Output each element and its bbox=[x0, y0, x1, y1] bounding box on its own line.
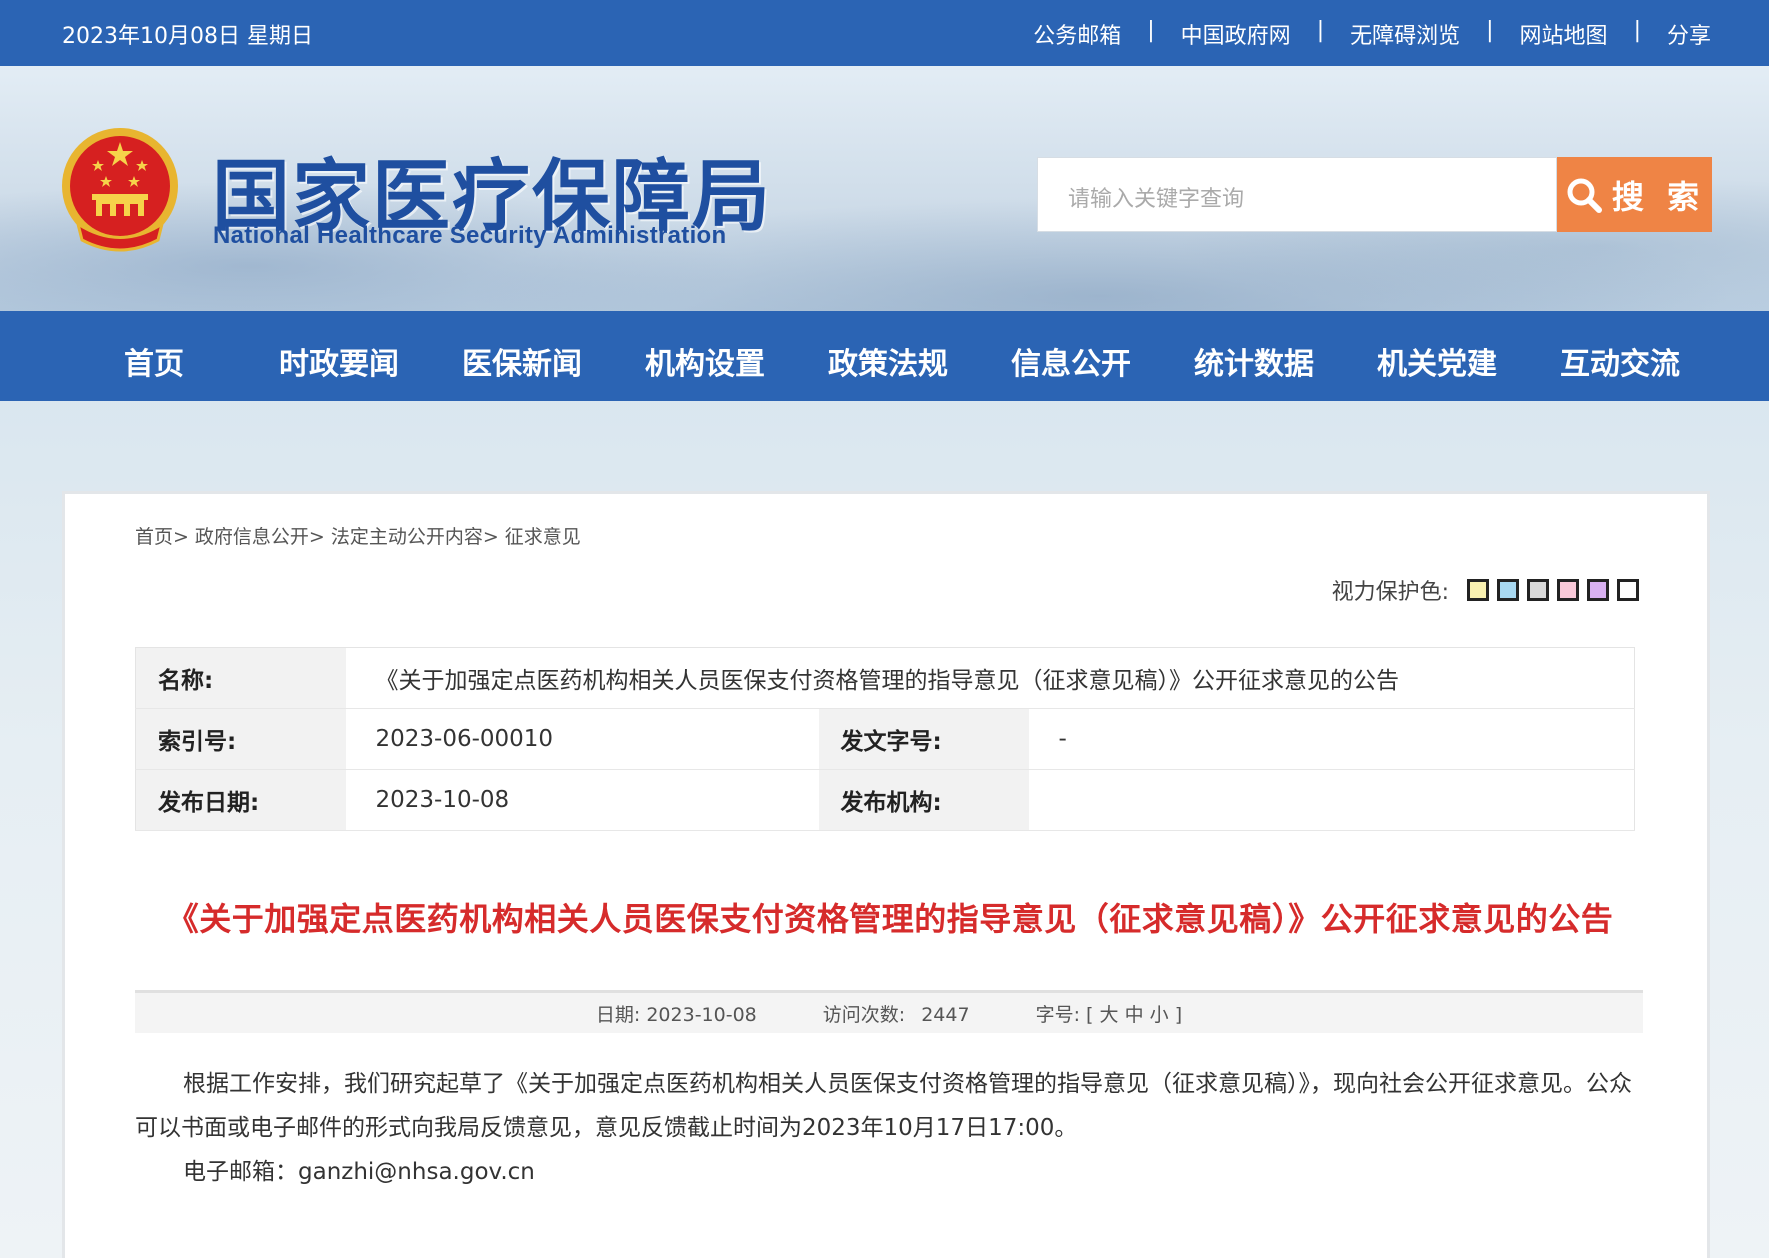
content-panel: 首页> 政府信息公开> 法定主动公开内容> 征求意见 视力保护色: 名称: 《关… bbox=[62, 491, 1710, 1258]
nav-item-party[interactable]: 机关党建 bbox=[1377, 339, 1497, 383]
article-meta-bar: 日期: 2023-10-08 访问次数: 2447 字号: [ 大 中 小 ] bbox=[135, 990, 1643, 1033]
search-button[interactable]: 搜 索 bbox=[1557, 157, 1712, 232]
site-logo-english[interactable]: National Healthcare Security Administrat… bbox=[213, 222, 726, 250]
vision-swatch-purple[interactable] bbox=[1587, 579, 1609, 601]
meta-font-bracket-close: ] bbox=[1174, 1003, 1183, 1026]
top-link-sitemap[interactable]: 网站地图 bbox=[1520, 18, 1608, 50]
font-size-medium-button[interactable]: 中 bbox=[1125, 1004, 1144, 1026]
nav-item-policy[interactable]: 政策法规 bbox=[828, 339, 948, 383]
article-title: 《关于加强定点医药机构相关人员医保支付资格管理的指导意见（征求意见稿）》公开征求… bbox=[166, 900, 1614, 938]
meta-visits: 访问次数: 2447 bbox=[823, 1000, 970, 1027]
table-row: 名称: 《关于加强定点医药机构相关人员医保支付资格管理的指导意见（征求意见稿）》… bbox=[135, 647, 1635, 709]
vision-protection-colors: 视力保护色: bbox=[1332, 574, 1639, 606]
nav-item-organization[interactable]: 机构设置 bbox=[645, 339, 765, 383]
breadcrumb-home[interactable]: 首页> bbox=[135, 522, 189, 549]
search-button-label: 搜 索 bbox=[1611, 177, 1706, 216]
meta-font-label: 字号: bbox=[1035, 1003, 1080, 1026]
top-link-gov[interactable]: 中国政府网 bbox=[1181, 18, 1291, 50]
separator: | bbox=[1147, 18, 1155, 43]
national-emblem-icon[interactable] bbox=[58, 126, 182, 256]
separator: | bbox=[1486, 18, 1494, 43]
separator: | bbox=[1633, 18, 1641, 43]
name-value: 《关于加强定点医药机构相关人员医保支付资格管理的指导意见（征求意见稿）》公开征求… bbox=[345, 647, 1635, 709]
nav-item-home[interactable]: 首页 bbox=[124, 339, 184, 383]
org-label: 发布机构: bbox=[818, 769, 1029, 831]
index-label: 索引号: bbox=[135, 708, 346, 770]
top-link-accessibility[interactable]: 无障碍浏览 bbox=[1350, 18, 1460, 50]
meta-font-size: 字号: [ 大 中 小 ] bbox=[1036, 1000, 1183, 1027]
meta-font-bracket-open: [ bbox=[1086, 1003, 1094, 1026]
vision-swatch-pink[interactable] bbox=[1557, 579, 1579, 601]
search-input[interactable]: 请输入关键字查询 bbox=[1037, 157, 1557, 232]
date-label: 发布日期: bbox=[135, 769, 346, 831]
table-row: 索引号: 2023-06-00010 发文字号: - bbox=[135, 708, 1635, 770]
document-info-table: 名称: 《关于加强定点医药机构相关人员医保支付资格管理的指导意见（征求意见稿）》… bbox=[135, 647, 1635, 831]
breadcrumb-statutory[interactable]: 法定主动公开内容> bbox=[331, 522, 499, 549]
site-header: 国家医疗保障局 National Healthcare Security Adm… bbox=[0, 66, 1769, 311]
nav-item-interaction[interactable]: 互动交流 bbox=[1560, 339, 1680, 383]
vision-swatch-gray[interactable] bbox=[1527, 579, 1549, 601]
top-links: 公务邮箱 | 中国政府网 | 无障碍浏览 | 网站地图 | 分享 bbox=[1033, 18, 1711, 50]
search-icon bbox=[1567, 178, 1602, 213]
meta-visits-value: 2447 bbox=[921, 1003, 970, 1026]
top-bar: 2023年10月08日 星期日 公务邮箱 | 中国政府网 | 无障碍浏览 | 网… bbox=[0, 0, 1769, 66]
top-link-share[interactable]: 分享 bbox=[1667, 18, 1711, 50]
vision-swatch-blue[interactable] bbox=[1497, 579, 1519, 601]
docno-label: 发文字号: bbox=[818, 708, 1029, 770]
table-row: 发布日期: 2023-10-08 发布机构: bbox=[135, 769, 1635, 831]
nav-item-news[interactable]: 医保新闻 bbox=[462, 339, 582, 383]
current-date: 2023年10月08日 星期日 bbox=[62, 24, 313, 49]
org-value bbox=[1028, 769, 1635, 831]
article-paragraph-1: 根据工作安排，我们研究起草了《关于加强定点医药机构相关人员医保支付资格管理的指导… bbox=[135, 1071, 1632, 1141]
vision-label: 视力保护色: bbox=[1331, 580, 1449, 605]
meta-date: 日期: 2023-10-08 bbox=[596, 1000, 757, 1027]
article-paragraph-email: 电子邮箱：ganzhi@nhsa.gov.cn bbox=[183, 1159, 535, 1185]
vision-swatch-white[interactable] bbox=[1617, 579, 1639, 601]
nav-item-disclosure[interactable]: 信息公开 bbox=[1011, 339, 1131, 383]
font-size-small-button[interactable]: 小 bbox=[1150, 1004, 1169, 1026]
main-nav: 首页 时政要闻 医保新闻 机构设置 政策法规 信息公开 统计数据 机关党建 互动… bbox=[0, 311, 1769, 401]
index-value: 2023-06-00010 bbox=[345, 708, 819, 770]
breadcrumb-gov-info[interactable]: 政府信息公开> bbox=[195, 522, 325, 549]
font-size-large-button[interactable]: 大 bbox=[1100, 1004, 1119, 1026]
meta-date-label: 日期: bbox=[595, 1003, 641, 1026]
breadcrumb-consultation[interactable]: 征求意见 bbox=[505, 522, 581, 549]
date-value: 2023-10-08 bbox=[345, 769, 819, 831]
nav-item-statistics[interactable]: 统计数据 bbox=[1194, 339, 1314, 383]
meta-visits-label: 访问次数: bbox=[822, 1003, 906, 1026]
docno-value: - bbox=[1028, 708, 1635, 770]
breadcrumb: 首页> 政府信息公开> 法定主动公开内容> 征求意见 bbox=[135, 522, 581, 549]
name-label: 名称: bbox=[135, 647, 346, 709]
separator: | bbox=[1316, 18, 1325, 43]
top-link-mail[interactable]: 公务邮箱 bbox=[1033, 18, 1121, 50]
meta-date-value: 2023-10-08 bbox=[646, 1003, 757, 1026]
nav-item-politics[interactable]: 时政要闻 bbox=[279, 339, 399, 383]
vision-swatch-yellow[interactable] bbox=[1467, 579, 1489, 601]
